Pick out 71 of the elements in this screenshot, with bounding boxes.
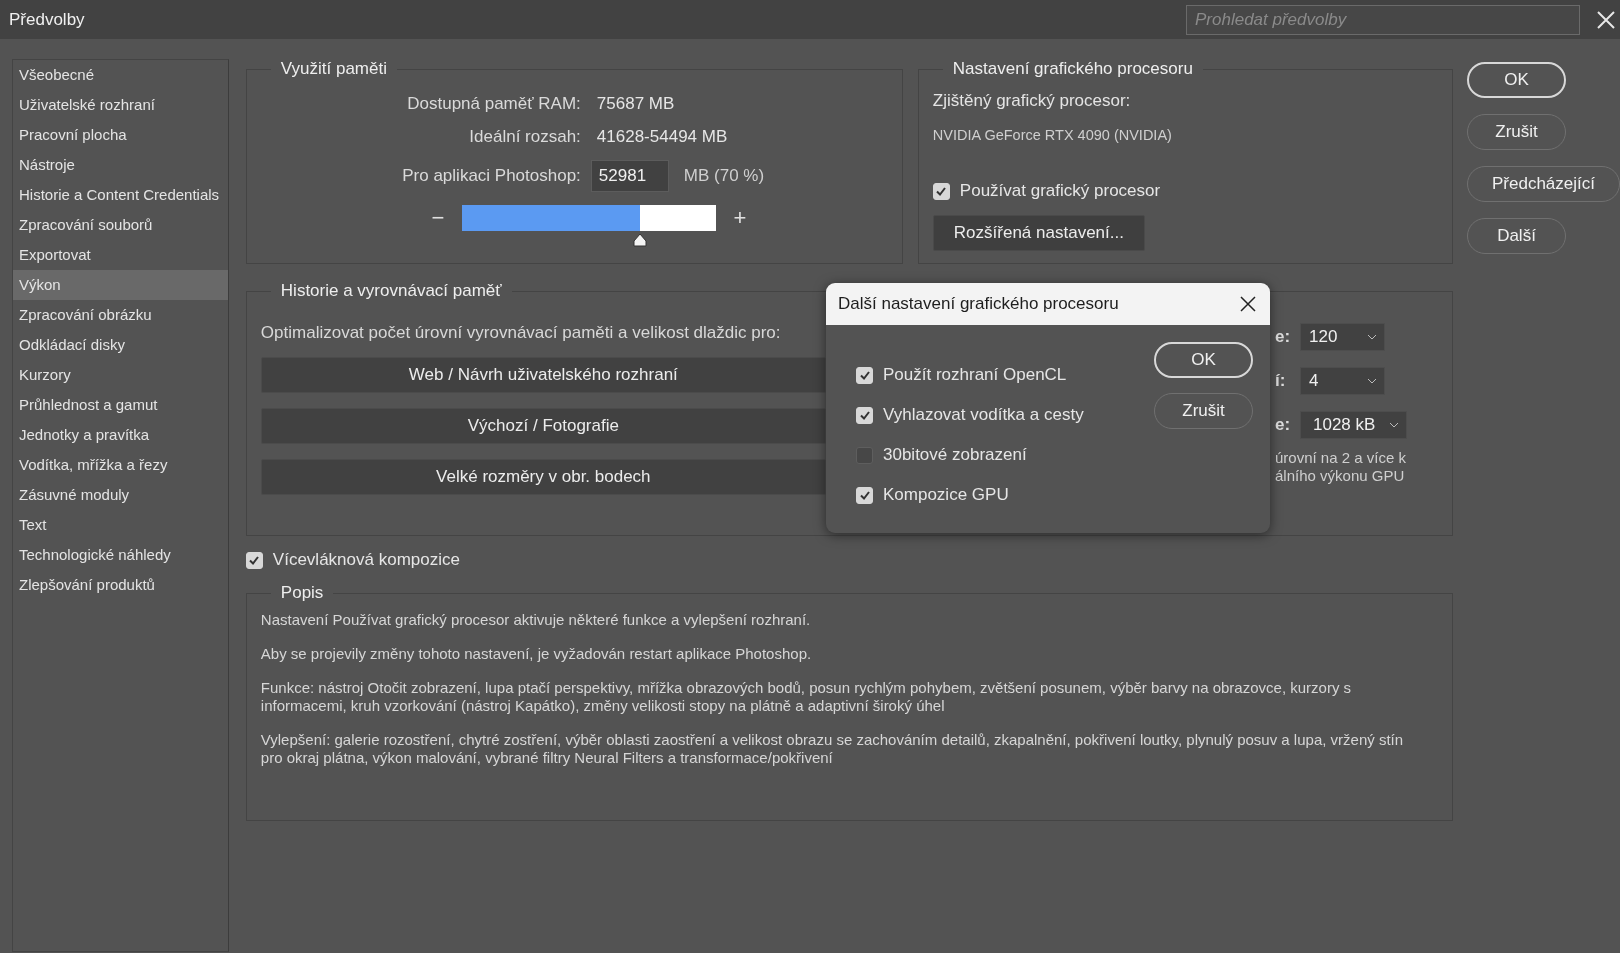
memory-value: 41628-54494 MB [596,126,728,147]
preset-button[interactable]: Výchozí / Fotografie [260,408,826,444]
checkbox-label: Kompozice GPU [883,485,1009,505]
sidebar-item[interactable]: Nástroje [13,150,228,180]
memory-value: 75687 MB [596,93,675,114]
dropdown[interactable]: 120 [1300,323,1385,351]
sidebar-item[interactable]: Vodítka, mřížka a řezy [13,450,228,480]
check-icon [248,554,261,566]
section-title: Historie a vyrovnávací paměť [279,281,503,301]
search-field[interactable]: Prohledat předvolby [1186,4,1580,35]
checkbox-label: 30bitové zobrazení [883,445,1027,465]
sidebar-item[interactable]: Kurzory [13,360,228,390]
preset-button[interactable]: Velké rozměry v obr. bodech [260,459,826,495]
sidebar-item[interactable]: Uživatelské rozhraní [13,90,228,120]
advanced-settings-button[interactable]: Rozšířená nastavení... [932,215,1145,251]
preset-button[interactable]: Web / Návrh uživatelského rozhraní [260,357,826,393]
sidebar-item[interactable]: Exportovat [13,240,228,270]
sidebar-item[interactable]: Všeobecné [13,60,228,90]
close-icon[interactable] [1240,296,1256,312]
checkbox-label: Vícevláknová kompozice [272,550,460,570]
sidebar-item[interactable]: Průhlednost a gamut [13,390,228,420]
sidebar-item[interactable]: Odkládací disky [13,330,228,360]
setting-label: e: [1275,415,1292,435]
memory-input[interactable]: 52981 [590,160,669,192]
optimize-label: Optimalizovat počet úrovní vyrovnávací paměti a velikost dlaždic pro: [260,323,782,343]
dialog-button[interactable]: OK [1154,342,1253,378]
section-title: Využití paměti [279,59,388,79]
chevron-icon [1367,378,1377,384]
checkbox-label: Použít rozhraní OpenCL [883,365,1067,385]
sidebar-item[interactable]: Zásuvné moduly [13,480,228,510]
sidebar-item[interactable]: Zpracování souborů [13,210,228,240]
slider-thumb[interactable] [631,233,648,247]
sidebar-item[interactable]: Technologické náhledy [13,540,228,570]
dropdown[interactable]: 4 [1300,367,1385,395]
setting-label: í: [1275,371,1287,391]
check-icon [858,409,871,421]
sidebar-item[interactable]: Výkon [13,270,228,300]
dialog-button[interactable]: OK [1467,62,1566,98]
chevron-icon [1389,422,1399,428]
section-title: Nastavení grafického procesoru [951,59,1194,79]
memory-label: Dostupná paměť RAM: [406,93,581,114]
check-icon [858,489,871,501]
chevron-icon [1367,334,1377,340]
checkbox-label: Používat grafický procesor [959,181,1161,201]
sidebar-item[interactable]: Historie a Content Credentials [13,180,228,210]
decrease-button[interactable]: − [427,205,448,231]
hint-text: álního výkonu GPU [1275,467,1406,485]
hint-text: úrovní na 2 a více k [1275,449,1407,467]
check-icon [858,369,871,381]
dropdown[interactable]: 1028 kB [1300,411,1407,439]
sidebar-item[interactable]: Zlepšování produktů [13,570,228,600]
sidebar-item[interactable]: Zpracování obrázku [13,300,228,330]
gpu-name: NVIDIA GeForce RTX 4090 (NVIDIA) [932,127,1173,143]
description-text: Aby se projevily změny tohoto nastavení, je vyžadován restart aplikace Photoshop. [260,645,813,663]
increase-button[interactable]: + [729,205,750,231]
memory-label: Ideální rozsah: [468,126,581,147]
gpu-label: Zjištěný grafický procesor: [932,91,1132,111]
section-title: Popis [279,583,325,603]
description-text: Funkce: nástroj Otočit zobrazení, lupa ptačí perspektivy, mřížka obrazových bodů, posun rychlým pohybem, zvětšení posunem, výběr barvy na obrazovce, kurzory s informacemi, kruh vzorkování (nástroj Kapátko), změny velikosti stopy na plátně a adaptivní široký úhel [260,679,1353,715]
check-icon [935,185,948,197]
memory-unit: MB (70 %) [683,166,765,186]
description-text: Vylepšení: galerie rozostření, chytré zostření, výběr oblasti zaostření a velikost obrazu se zachováním detailů, zkapalnění, pokřivení loutky, plynulý posuv a lupa, vržený stín pro okraj plátna, výkon malování, vybrané filtry Neural Filters a transformace/pokřivení [260,731,1405,767]
sidebar-item[interactable]: Text [13,510,228,540]
dialog-title: Další nastavení grafického procesoru [838,294,1119,314]
description-text: Nastavení Používat grafický procesor aktivuje některé funkce a vylepšení rozhraní. [260,611,812,629]
sidebar-item[interactable]: Pracovní plocha [13,120,228,150]
setting-label: e: [1275,327,1292,347]
sidebar-item[interactable]: Jednotky a pravítka [13,420,228,450]
checkbox-label: Vyhlazovat vodítka a cesty [883,405,1084,425]
window-title: Předvolby [9,9,85,30]
memory-label: Pro aplikaci Photoshop: [401,166,581,186]
